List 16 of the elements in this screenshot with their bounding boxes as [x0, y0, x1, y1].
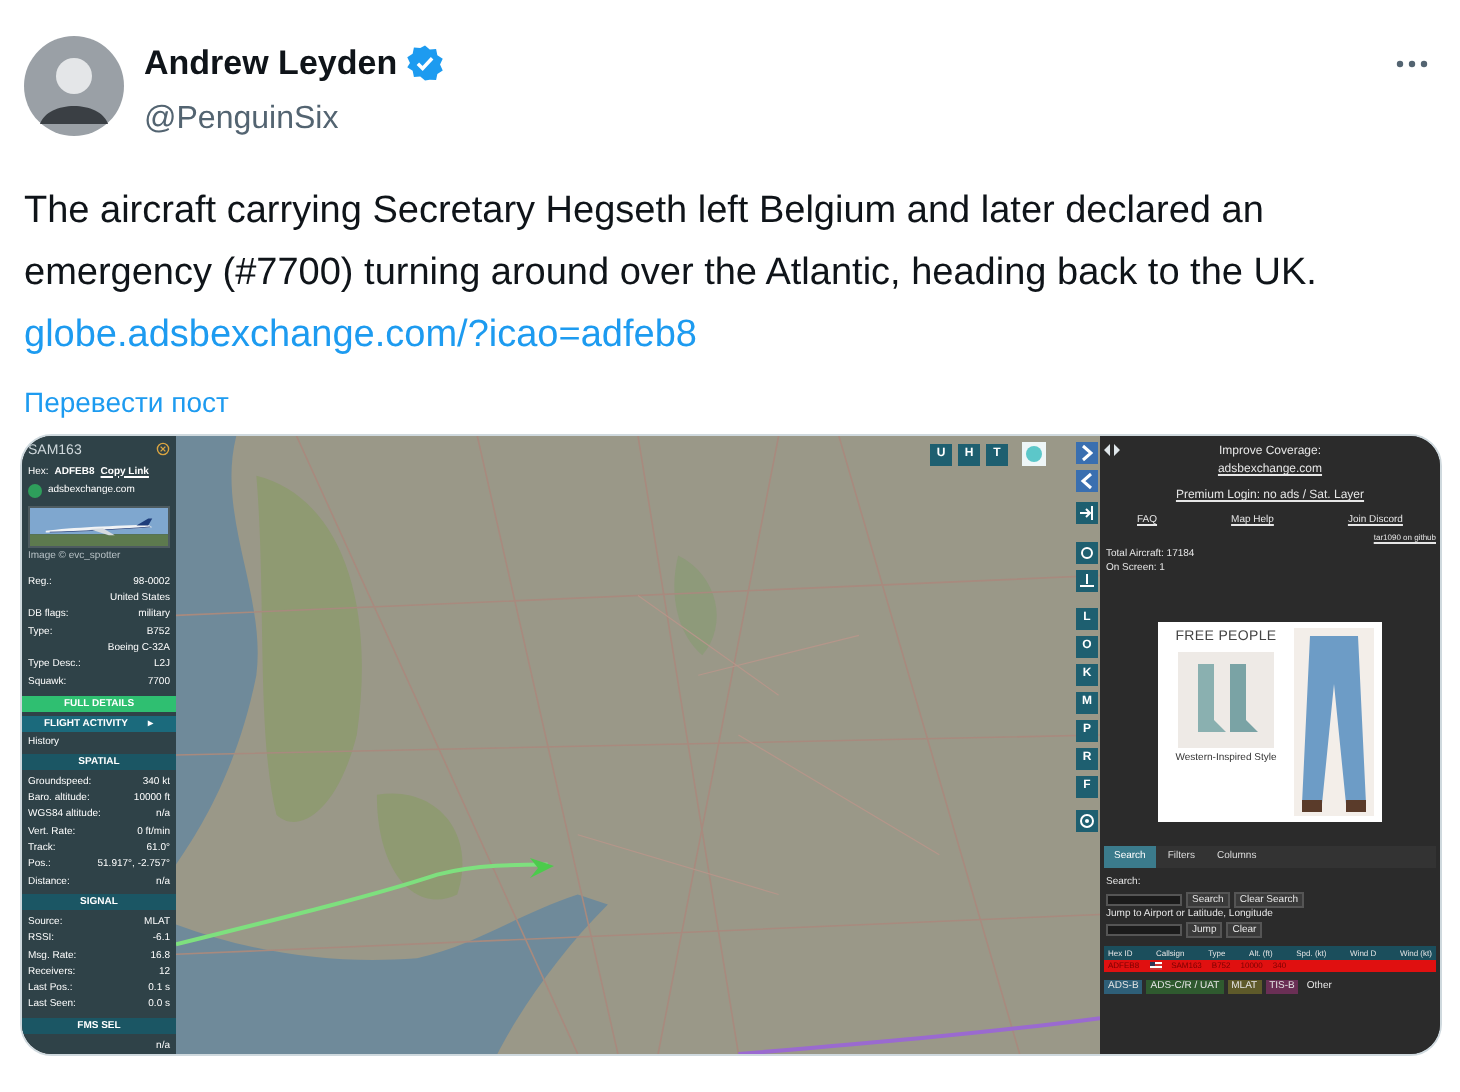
target-icon[interactable]: [1076, 810, 1098, 832]
tweet-text: The aircraft carrying Secretary Hegseth left Belgium and later declared an emergency (#7700) turning around over the Atlantic, heading back to the UK. globe.adsbexchange.com/?icao=adfeb8: [22, 187, 1319, 359]
author-name[interactable]: Andrew Leyden: [144, 38, 398, 89]
chevron-right-icon[interactable]: [1076, 442, 1098, 464]
author-handle[interactable]: @PenguinSix: [144, 95, 444, 143]
boots-icon: [1178, 652, 1274, 748]
jeans-icon: [1294, 627, 1374, 815]
collapse-icon[interactable]: [1104, 444, 1120, 456]
sign-in-icon[interactable]: [1076, 502, 1098, 524]
chevron-left-icon[interactable]: [1076, 470, 1098, 492]
search-field[interactable]: [1106, 893, 1182, 905]
jump-field[interactable]: [1106, 924, 1182, 936]
more-icon[interactable]: [1396, 60, 1428, 68]
flag-icon: [1149, 962, 1162, 970]
close-icon[interactable]: [156, 442, 170, 456]
avatar[interactable]: [24, 36, 124, 136]
